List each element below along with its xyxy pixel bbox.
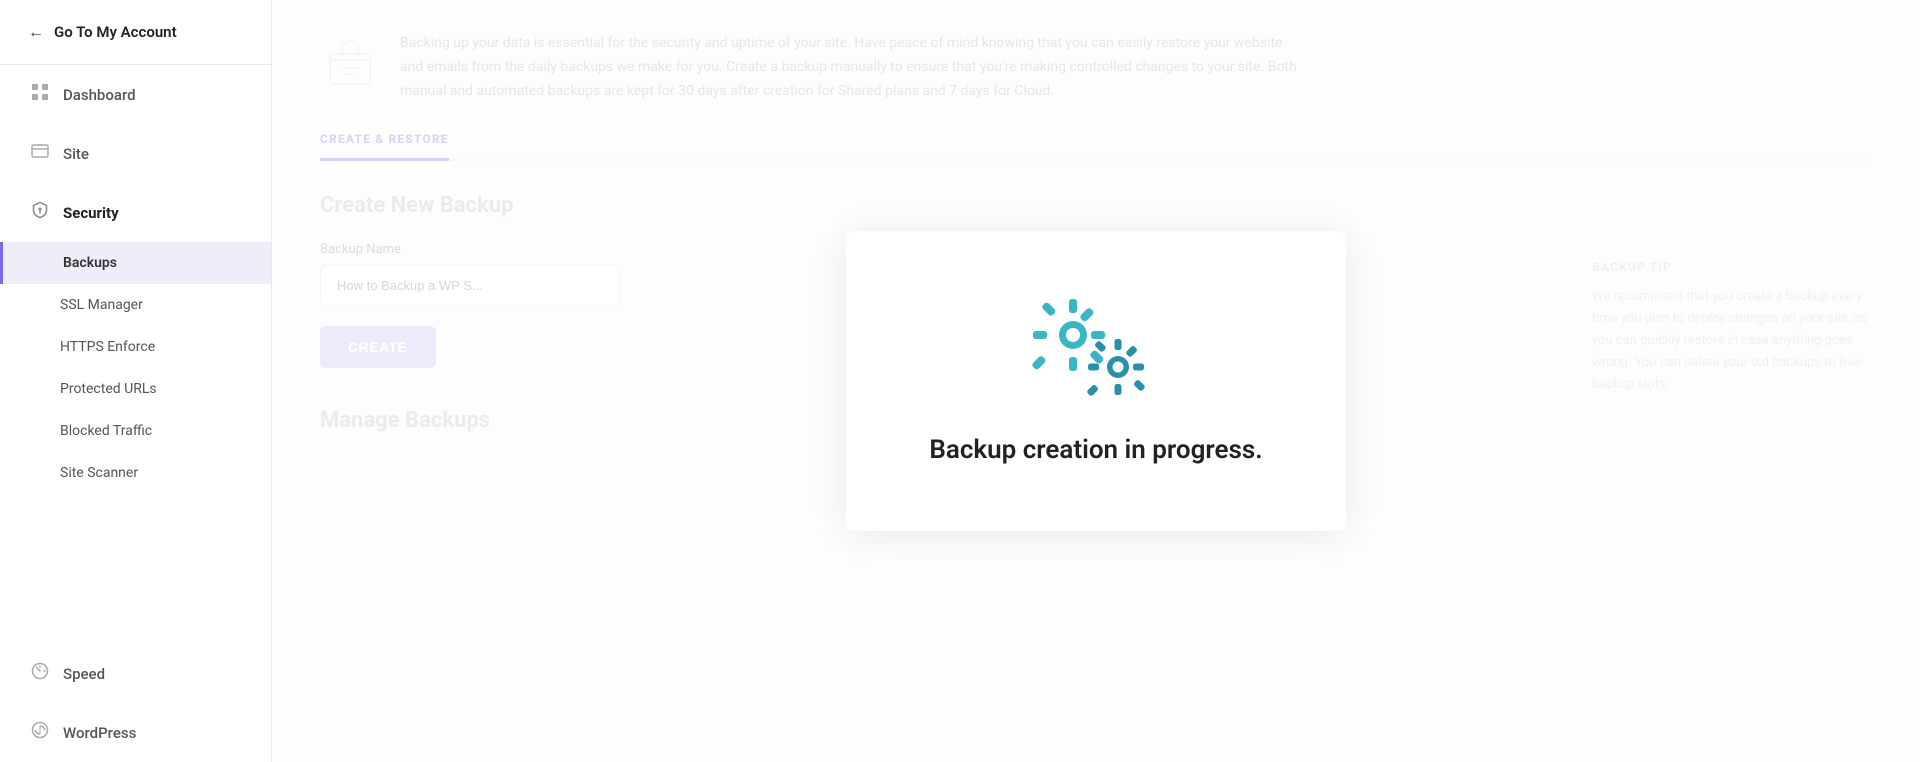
subnav-item-ssl-manager[interactable]: SSL Manager <box>0 284 271 326</box>
back-arrow-icon: ← <box>28 22 44 42</box>
site-icon <box>31 142 49 165</box>
site-label: Site <box>63 145 89 163</box>
dashboard-icon <box>31 83 49 106</box>
subnav-item-site-scanner[interactable]: Site Scanner <box>0 452 271 494</box>
security-subnav: Backups SSL Manager HTTPS Enforce Protec… <box>0 242 271 494</box>
subnav-item-blocked-traffic[interactable]: Blocked Traffic <box>0 410 271 452</box>
go-to-account-link[interactable]: ← Go To My Account <box>0 0 271 65</box>
sidebar-item-site[interactable]: Site <box>0 124 271 183</box>
security-label: Security <box>63 204 119 222</box>
speed-label: Speed <box>63 665 105 683</box>
sidebar: ← Go To My Account Dashboard Site <box>0 0 272 762</box>
wordpress-label: WordPress <box>63 724 136 742</box>
sidebar-item-wordpress[interactable]: WordPress <box>0 703 271 762</box>
subnav-item-backups[interactable]: Backups <box>0 242 271 284</box>
sidebar-item-dashboard[interactable]: Dashboard <box>0 65 271 124</box>
subnav-item-protected-urls[interactable]: Protected URLs <box>0 368 271 410</box>
wordpress-icon <box>31 721 49 744</box>
modal-message: Backup creation in progress. <box>929 435 1262 465</box>
gears-icon <box>1031 297 1161 407</box>
subnav-item-https-enforce[interactable]: HTTPS Enforce <box>0 326 271 368</box>
modal-box: Backup creation in progress. <box>846 231 1346 531</box>
security-icon <box>31 201 49 224</box>
sidebar-item-security[interactable]: Security <box>0 183 271 242</box>
sidebar-item-speed[interactable]: Speed <box>0 644 271 703</box>
modal-overlay: Backup creation in progress. <box>272 0 1920 762</box>
go-to-account-label: Go To My Account <box>54 23 177 41</box>
speed-icon <box>31 662 49 685</box>
dashboard-label: Dashboard <box>63 86 136 104</box>
